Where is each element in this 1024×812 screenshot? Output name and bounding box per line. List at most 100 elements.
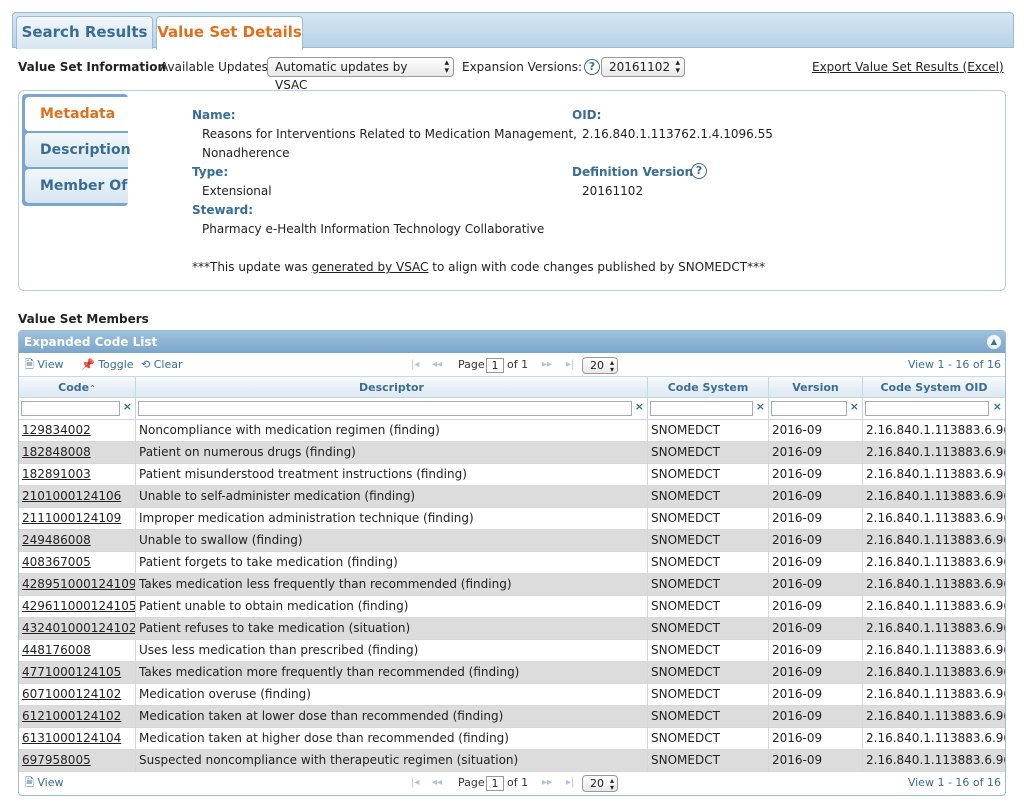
column-header-code-system[interactable]: Code System (648, 377, 769, 398)
table-row[interactable]: 697958005 Suspected noncompliance with th… (19, 750, 1005, 772)
filter-input-code[interactable] (21, 401, 120, 416)
cell-code-system: SNOMEDCT (648, 420, 769, 441)
cell-descriptor: Uses less medication than prescribed (fi… (136, 640, 648, 661)
view-button[interactable]: 🗎 View (25, 772, 63, 794)
filter-row: × × × × × (19, 398, 1005, 420)
expansion-versions-select[interactable]: 20161102 ▴ ▾ (601, 57, 685, 77)
clear-filter-icon[interactable]: × (123, 400, 132, 413)
cell-descriptor: Medication overuse (finding) (136, 684, 648, 705)
view-label: View (37, 358, 64, 371)
cell-version: 2016-09 (769, 508, 863, 529)
next-page-icon[interactable]: ▸▸ (542, 354, 552, 376)
available-updates-select[interactable]: Automatic updates by VSAC ▴ ▾ (267, 57, 454, 92)
filter-input-code-system[interactable] (650, 401, 753, 416)
next-page-icon[interactable]: ▸▸ (542, 772, 552, 794)
code-link[interactable]: 182891003 (22, 467, 91, 481)
cell-version: 2016-09 (769, 464, 863, 485)
cell-code-system: SNOMEDCT (648, 728, 769, 749)
cell-version: 2016-09 (769, 706, 863, 727)
filter-input-code-system-oid[interactable] (865, 401, 989, 416)
export-excel-link[interactable]: Export Value Set Results (Excel) (812, 57, 1004, 77)
cell-code-system: SNOMEDCT (648, 508, 769, 529)
table-row[interactable]: 6121000124102 Medication taken at lower d… (19, 706, 1005, 728)
toggle-button[interactable]: 📌 Toggle (81, 354, 134, 376)
filter-input-version[interactable] (771, 401, 847, 416)
collapse-icon[interactable]: ▲ (987, 335, 1001, 349)
available-updates-label: Available Updates: (160, 60, 272, 74)
table-row[interactable]: 182891003 Patient misunderstood treatment… (19, 464, 1005, 486)
table-row[interactable]: 4771000124105 Takes medication more frequ… (19, 662, 1005, 684)
table-row[interactable]: 6131000124104 Medication taken at higher … (19, 728, 1005, 750)
help-icon[interactable]: ? (584, 59, 600, 75)
cell-code-system: SNOMEDCT (648, 552, 769, 573)
side-tab-description[interactable]: Description (25, 133, 131, 167)
view-button[interactable]: 🗎 View (25, 354, 63, 376)
code-link[interactable]: 2101000124106 (22, 489, 121, 503)
clear-filter-icon[interactable]: × (993, 400, 1002, 413)
table-row[interactable]: 2111000124109 Improper medication adminis… (19, 508, 1005, 530)
code-link[interactable]: 6121000124102 (22, 709, 121, 723)
side-tab-metadata[interactable]: Metadata (25, 97, 131, 131)
cell-version: 2016-09 (769, 750, 863, 771)
code-link[interactable]: 697958005 (22, 753, 91, 767)
prev-page-icon[interactable]: ◂◂ (432, 772, 442, 794)
last-page-icon[interactable]: ▸| (566, 772, 574, 794)
code-link[interactable]: 129834002 (22, 423, 91, 437)
table-row[interactable]: 182848008 Patient on numerous drugs (find… (19, 442, 1005, 464)
prev-page-icon[interactable]: ◂◂ (432, 354, 442, 376)
last-page-icon[interactable]: ▸| (566, 354, 574, 376)
tab-value-set-details[interactable]: Value Set Details (156, 16, 303, 50)
page-number-input[interactable]: 1 (486, 358, 504, 373)
code-link[interactable]: 249486008 (22, 533, 91, 547)
steward-value: Pharmacy e-Health Information Technology… (202, 222, 545, 236)
page-number-input[interactable]: 1 (486, 776, 504, 791)
table-row[interactable]: 249486008 Unable to swallow (finding) SNOM… (19, 530, 1005, 552)
select-arrows-icon: ▴ ▾ (675, 58, 680, 76)
code-link[interactable]: 408367005 (22, 555, 91, 569)
table-row[interactable]: 432401000124102 Patient refuses to take m… (19, 618, 1005, 640)
help-icon[interactable]: ? (691, 163, 707, 179)
first-page-icon[interactable]: |◂ (411, 772, 419, 794)
table-row[interactable]: 6071000124102 Medication overuse (finding… (19, 684, 1005, 706)
table-row[interactable]: 429611000124105 Patient unable to obtain … (19, 596, 1005, 618)
clear-filter-icon[interactable]: × (850, 400, 859, 413)
filter-cell: × (136, 398, 648, 419)
column-header-descriptor[interactable]: Descriptor (136, 377, 648, 398)
first-page-icon[interactable]: |◂ (411, 354, 419, 376)
code-link[interactable]: 6131000124104 (22, 731, 121, 745)
cell-code-system-oid: 2.16.840.1.113883.6.96 (866, 753, 1005, 767)
rows-per-page-select[interactable]: 20 ▴ ▾ (582, 775, 618, 792)
filter-input-descriptor[interactable] (138, 401, 632, 416)
column-header-version[interactable]: Version (769, 377, 863, 398)
code-link[interactable]: 428951000124109 (22, 577, 135, 591)
code-link[interactable]: 432401000124102 (22, 621, 135, 635)
select-arrows-icon: ▴ ▾ (609, 776, 614, 792)
tab-search-results[interactable]: Search Results (16, 16, 153, 49)
code-link[interactable]: 429611000124105 (22, 599, 135, 613)
generated-by-vsac-link[interactable]: generated by VSAC (312, 260, 429, 274)
pin-icon: 📌 (81, 358, 95, 371)
code-link[interactable]: 2111000124109 (22, 511, 121, 525)
column-header-code-system-oid[interactable]: Code System OID (863, 377, 1005, 398)
select-arrows-icon: ▴ ▾ (609, 358, 614, 374)
cell-code-system: SNOMEDCT (648, 640, 769, 661)
table-row[interactable]: 2101000124106 Unable to self-administer m… (19, 486, 1005, 508)
refresh-icon: ⟲ (141, 358, 151, 371)
cell-code-system: SNOMEDCT (648, 574, 769, 595)
clear-button[interactable]: ⟲ Clear (141, 354, 183, 376)
column-header-code[interactable]: Code⌃ (19, 377, 136, 398)
code-link[interactable]: 448176008 (22, 643, 91, 657)
cell-code-system-oid: 2.16.840.1.113883.6.96 (866, 533, 1005, 547)
table-row[interactable]: 428951000124109 Takes medication less fre… (19, 574, 1005, 596)
code-link[interactable]: 182848008 (22, 445, 91, 459)
clear-filter-icon[interactable]: × (635, 400, 644, 413)
side-tab-member-of[interactable]: Member Of (25, 169, 128, 203)
table-row[interactable]: 129834002 Noncompliance with medication r… (19, 420, 1005, 442)
code-link[interactable]: 6071000124102 (22, 687, 121, 701)
code-link[interactable]: 4771000124105 (22, 665, 121, 679)
clear-filter-icon[interactable]: × (756, 400, 765, 413)
table-row[interactable]: 408367005 Patient forgets to take medicat… (19, 552, 1005, 574)
cell-version: 2016-09 (769, 662, 863, 683)
rows-per-page-select[interactable]: 20 ▴ ▾ (582, 357, 618, 374)
table-row[interactable]: 448176008 Uses less medication than presc… (19, 640, 1005, 662)
